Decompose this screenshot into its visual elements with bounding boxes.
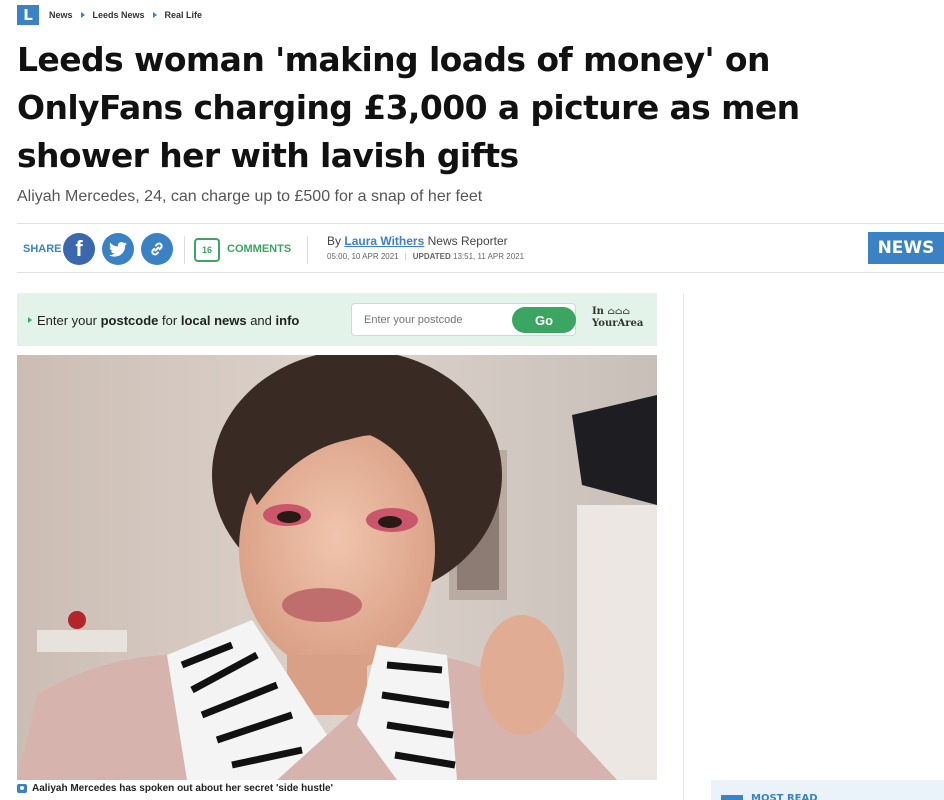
brand-in: In — [592, 306, 604, 317]
article-headline: Leeds woman 'making loads of money' on O… — [17, 40, 800, 175]
photo-illustration — [17, 355, 657, 780]
author-link[interactable]: Laura Withers — [344, 234, 424, 248]
camera-icon — [17, 784, 27, 793]
most-read-panel: MOST READ — [711, 780, 944, 800]
link-icon — [151, 242, 163, 256]
updated-label: UPDATED — [412, 252, 451, 261]
go-button[interactable]: Go — [512, 307, 576, 333]
most-read-heading: MOST READ — [751, 793, 818, 800]
breadcrumb-news[interactable]: News — [49, 10, 73, 20]
share-label: SHARE — [23, 243, 62, 255]
divider — [307, 236, 308, 264]
caption-text: Aaliyah Mercedes has spoken out about he… — [32, 783, 333, 794]
byline: By Laura Withers News Reporter — [327, 234, 508, 248]
twitter-share-button[interactable] — [102, 233, 134, 265]
facebook-icon: f — [75, 236, 83, 261]
house-icon: ⌂⌂⌂ — [607, 307, 630, 317]
article-image[interactable] — [17, 355, 657, 780]
postcode-prompt: Enter your postcode for local news and i… — [37, 313, 300, 328]
image-caption: Aaliyah Mercedes has spoken out about he… — [17, 783, 333, 794]
updated-date: 13:51, 11 APR 2021 — [453, 252, 525, 261]
arrow-right-icon — [28, 317, 32, 323]
comment-count-badge[interactable]: 16 — [194, 238, 220, 262]
breadcrumb: L News Leeds News Real Life — [17, 5, 202, 25]
column-divider — [683, 293, 684, 800]
breadcrumb-real-life[interactable]: Real Life — [165, 10, 203, 20]
twitter-icon — [109, 241, 127, 257]
byline-prefix: By — [327, 234, 342, 248]
published-date: 05:00, 10 APR 2021 — [327, 252, 399, 261]
divider — [17, 272, 944, 273]
divider — [184, 236, 185, 264]
comments-link[interactable]: COMMENTS — [227, 243, 291, 255]
inyourarea-logo: In ⌂⌂⌂ YourArea — [592, 306, 643, 330]
article-standfirst: Aliyah Mercedes, 24, can charge up to £5… — [17, 188, 483, 205]
divider — [17, 223, 944, 224]
section-badge[interactable]: NEWS — [868, 232, 944, 264]
brand-name: YourArea — [592, 318, 644, 329]
site-logo[interactable]: L — [17, 5, 39, 25]
author-role: News Reporter — [427, 234, 508, 248]
breadcrumb-leeds-news[interactable]: Leeds News — [93, 10, 145, 20]
publish-dates: 05:00, 10 APR 2021 | UPDATED 13:51, 11 APR… — [327, 252, 525, 261]
facebook-share-button[interactable]: f — [63, 233, 95, 265]
postcode-widget: Enter your postcode for local news and i… — [17, 293, 657, 346]
chevron-right-icon — [152, 12, 157, 18]
section-marker — [721, 795, 743, 800]
chevron-right-icon — [80, 12, 85, 18]
copy-link-button[interactable] — [141, 233, 173, 265]
